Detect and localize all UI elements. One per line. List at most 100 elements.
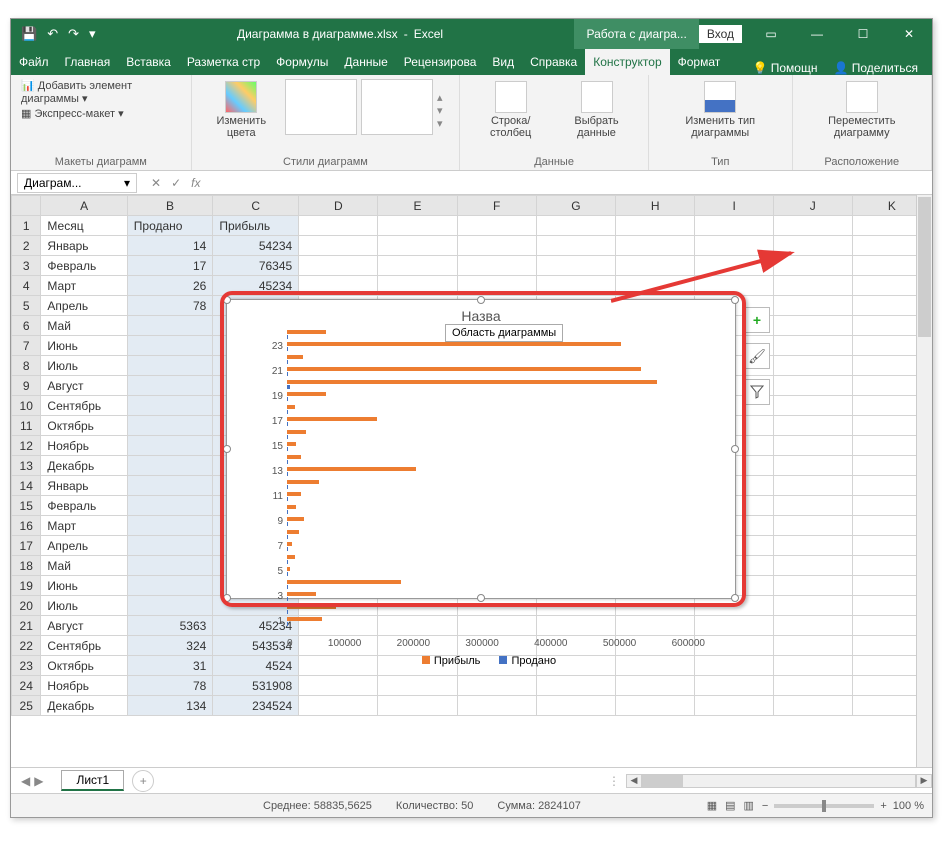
cell[interactable]	[773, 256, 852, 276]
cell[interactable]	[773, 516, 852, 536]
tab-home[interactable]: Главная	[57, 49, 119, 75]
cell[interactable]	[616, 236, 695, 256]
cell[interactable]	[773, 476, 852, 496]
formula-input[interactable]	[208, 181, 932, 185]
cell[interactable]	[127, 416, 213, 436]
col-header[interactable]: J	[773, 196, 852, 216]
add-chart-element-button[interactable]: 📊 Добавить элемент диаграммы ▾	[21, 79, 181, 105]
tab-review[interactable]: Рецензирова	[396, 49, 485, 75]
cell[interactable]: Месяц	[41, 216, 127, 236]
cell[interactable]	[695, 256, 773, 276]
cell[interactable]	[695, 236, 773, 256]
cell[interactable]	[695, 216, 773, 236]
sheet-tab[interactable]: Лист1	[61, 770, 124, 791]
col-header[interactable]: E	[378, 196, 457, 216]
tab-design[interactable]: Конструктор	[585, 49, 669, 75]
cell[interactable]: 17	[127, 256, 213, 276]
cell[interactable]	[536, 696, 615, 716]
col-header[interactable]: I	[695, 196, 773, 216]
login-button[interactable]: Вход	[699, 25, 742, 43]
cell[interactable]: Сентябрь	[41, 396, 127, 416]
redo-icon[interactable]: ↷	[68, 26, 79, 42]
cell[interactable]	[127, 476, 213, 496]
cell[interactable]	[299, 696, 378, 716]
row-header[interactable]: 12	[12, 436, 41, 456]
cell[interactable]	[127, 336, 213, 356]
cell[interactable]	[616, 216, 695, 236]
row-header[interactable]: 25	[12, 696, 41, 716]
camera-icon[interactable]: ▾	[89, 26, 96, 42]
row-header[interactable]: 24	[12, 676, 41, 696]
cell[interactable]: 78	[127, 676, 213, 696]
cell[interactable]: Октябрь	[41, 416, 127, 436]
cell[interactable]	[536, 216, 615, 236]
scroll-left-icon[interactable]: ◀	[626, 774, 642, 788]
vertical-scrollbar[interactable]	[916, 195, 932, 767]
tab-layout[interactable]: Разметка стр	[179, 49, 268, 75]
cell[interactable]: 76345	[213, 256, 299, 276]
resize-handle[interactable]	[223, 594, 231, 602]
cell[interactable]	[457, 696, 536, 716]
cell[interactable]	[127, 536, 213, 556]
maximize-icon[interactable]: ☐	[840, 19, 886, 49]
row-header[interactable]: 8	[12, 356, 41, 376]
cell[interactable]: Август	[41, 616, 127, 636]
view-pagebreak-icon[interactable]: ▥	[744, 799, 754, 812]
cell[interactable]	[773, 236, 852, 256]
cell[interactable]: Июнь	[41, 576, 127, 596]
confirm-icon[interactable]: ✓	[171, 176, 181, 190]
col-header[interactable]: G	[536, 196, 615, 216]
cell[interactable]: Прибыль	[213, 216, 299, 236]
chart-elements-button[interactable]: +	[744, 307, 770, 333]
tab-view[interactable]: Вид	[484, 49, 522, 75]
cell[interactable]	[773, 396, 852, 416]
cell[interactable]	[773, 336, 852, 356]
chart-filters-button[interactable]	[744, 379, 770, 405]
col-header[interactable]: B	[127, 196, 213, 216]
tab-format[interactable]: Формат	[670, 49, 729, 75]
cell[interactable]	[616, 676, 695, 696]
row-header[interactable]: 9	[12, 376, 41, 396]
cell[interactable]	[773, 636, 852, 656]
cell[interactable]	[773, 596, 852, 616]
cell[interactable]	[299, 216, 378, 236]
ribbon-options-icon[interactable]: ▭	[748, 19, 794, 49]
cell[interactable]	[127, 436, 213, 456]
save-icon[interactable]: 💾	[21, 26, 37, 42]
cell[interactable]	[457, 256, 536, 276]
tab-formulas[interactable]: Формулы	[268, 49, 336, 75]
row-header[interactable]: 18	[12, 556, 41, 576]
cell[interactable]: Апрель	[41, 536, 127, 556]
cell[interactable]	[773, 576, 852, 596]
cell[interactable]: Декабрь	[41, 456, 127, 476]
fx-icon[interactable]: fx	[191, 176, 200, 190]
chart-style-2[interactable]	[361, 79, 433, 135]
cell[interactable]: Февраль	[41, 496, 127, 516]
cell[interactable]: Июль	[41, 596, 127, 616]
row-header[interactable]: 2	[12, 236, 41, 256]
chart-tools-tab[interactable]: Работа с диагра...	[574, 19, 698, 49]
cell[interactable]	[378, 676, 457, 696]
cell[interactable]	[773, 416, 852, 436]
cell[interactable]	[127, 456, 213, 476]
cell[interactable]	[127, 376, 213, 396]
add-sheet-button[interactable]: +	[132, 770, 154, 792]
col-header[interactable]: A	[41, 196, 127, 216]
cell[interactable]	[773, 456, 852, 476]
row-header[interactable]: 5	[12, 296, 41, 316]
cell[interactable]	[378, 256, 457, 276]
select-all-corner[interactable]	[12, 196, 41, 216]
cell[interactable]: Июль	[41, 356, 127, 376]
cell[interactable]: Январь	[41, 236, 127, 256]
change-chart-type-button[interactable]: Изменить тип диаграммы	[659, 79, 782, 141]
cell[interactable]: Май	[41, 556, 127, 576]
cell[interactable]: Октябрь	[41, 656, 127, 676]
cell[interactable]	[773, 556, 852, 576]
cell[interactable]	[457, 236, 536, 256]
cell[interactable]: 54234	[213, 236, 299, 256]
cell[interactable]	[378, 696, 457, 716]
row-header[interactable]: 17	[12, 536, 41, 556]
col-header[interactable]: F	[457, 196, 536, 216]
cell[interactable]	[773, 696, 852, 716]
resize-handle[interactable]	[477, 296, 485, 304]
